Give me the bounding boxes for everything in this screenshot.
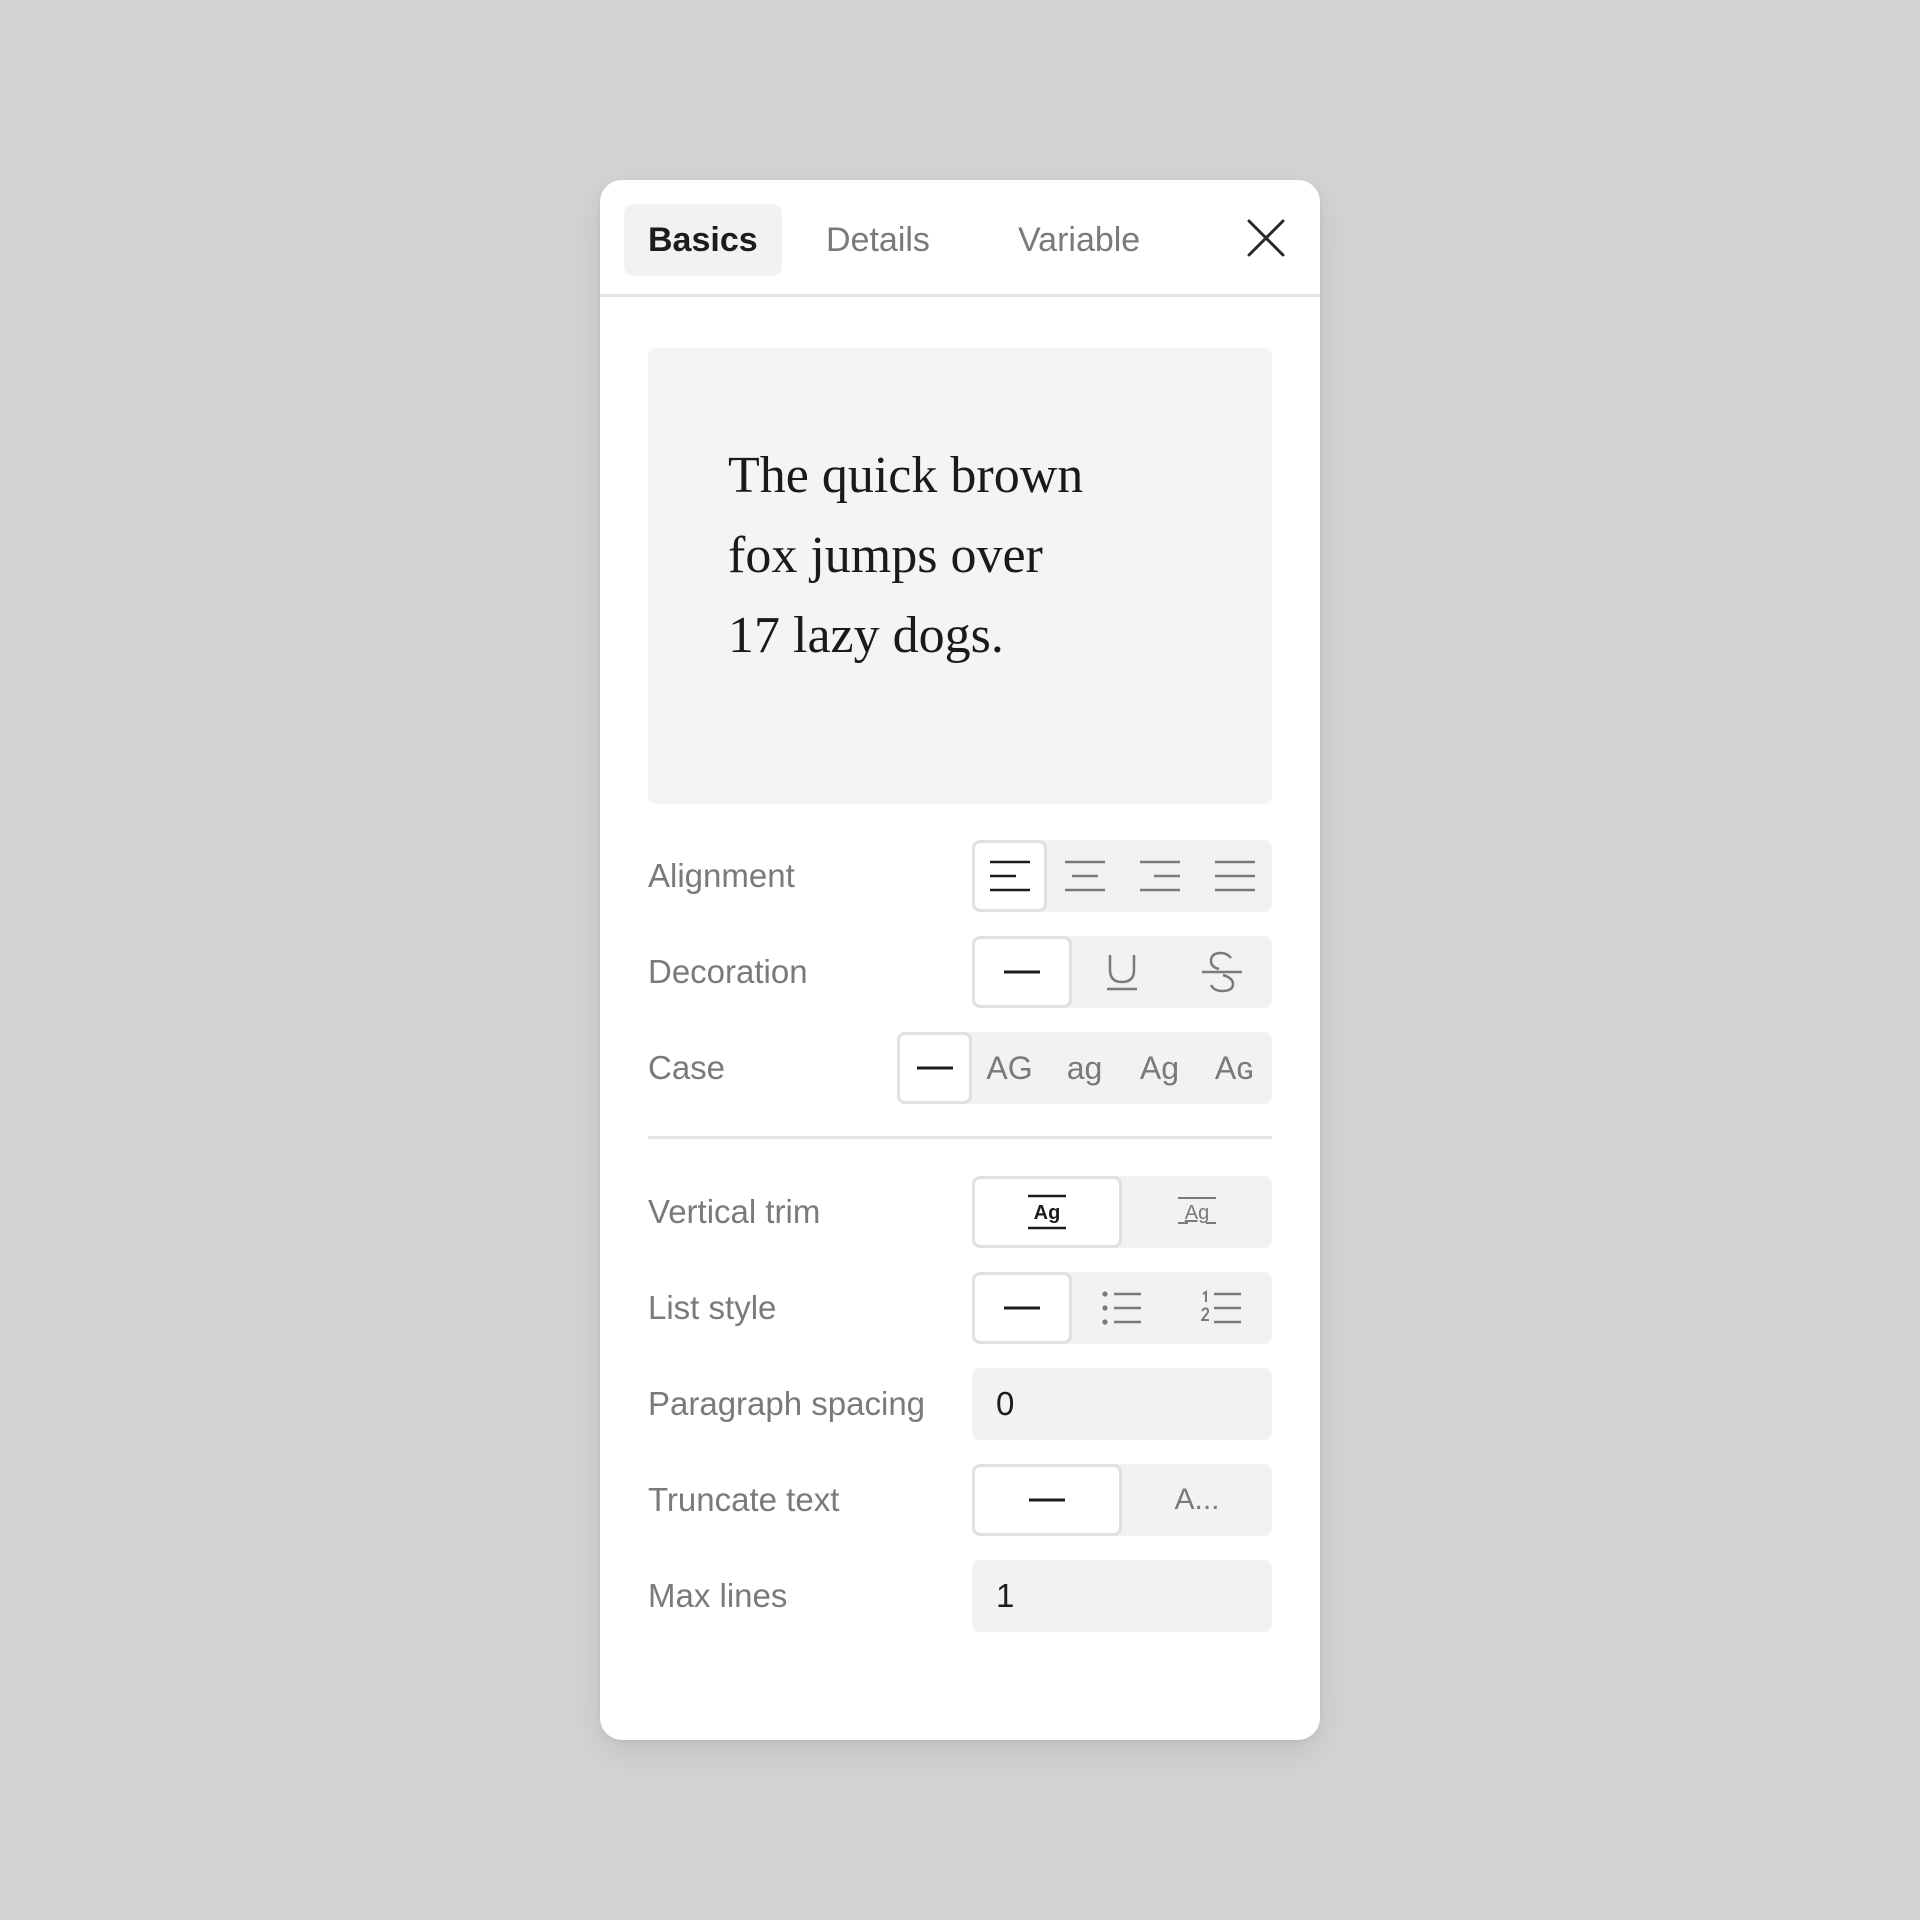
paragraph-spacing-input[interactable]: 0 bbox=[972, 1368, 1272, 1440]
list-style-row: List style bbox=[648, 1272, 1272, 1344]
decoration-control bbox=[972, 936, 1272, 1008]
numbered-list-icon bbox=[1201, 1290, 1241, 1324]
vertical-trim-control: Ag Ag bbox=[972, 1176, 1272, 1248]
trim-standard-text: Ag bbox=[1185, 1202, 1209, 1224]
close-button[interactable] bbox=[1242, 214, 1290, 262]
align-left-icon bbox=[989, 860, 1030, 892]
truncate-ellipsis-button[interactable]: A... bbox=[1122, 1464, 1272, 1536]
tab-details[interactable]: Details bbox=[802, 204, 954, 276]
align-right-button[interactable] bbox=[1122, 840, 1197, 912]
close-icon bbox=[1247, 219, 1285, 257]
truncate-text-label: Truncate text bbox=[648, 1481, 840, 1518]
case-lowercase-button[interactable]: ag bbox=[1047, 1032, 1122, 1104]
section-divider bbox=[648, 1136, 1272, 1139]
align-justify-button[interactable] bbox=[1197, 840, 1272, 912]
case-row: Case AG ag Ag Aɢ bbox=[648, 1032, 1272, 1104]
strikethrough-icon bbox=[1202, 951, 1242, 993]
case-label: Case bbox=[648, 1049, 726, 1086]
max-lines-label: Max lines bbox=[648, 1577, 788, 1614]
decoration-label: Decoration bbox=[648, 953, 808, 990]
tab-basics[interactable]: Basics bbox=[624, 204, 782, 276]
max-lines-input[interactable]: 1 bbox=[972, 1560, 1272, 1632]
alignment-row: Alignment bbox=[648, 840, 1272, 912]
vertical-trim-row: Vertical trim Ag Ag bbox=[648, 1176, 1272, 1248]
list-style-bulleted-button[interactable] bbox=[1072, 1272, 1172, 1344]
list-style-label: List style bbox=[648, 1289, 777, 1326]
align-justify-icon bbox=[1214, 860, 1255, 892]
case-smallcaps-button[interactable]: Aɢ bbox=[1197, 1032, 1272, 1104]
list-style-none-button[interactable] bbox=[972, 1272, 1072, 1344]
decoration-strikethrough-button[interactable] bbox=[1172, 936, 1272, 1008]
align-left-button[interactable] bbox=[972, 840, 1047, 912]
truncate-text-control: A... bbox=[972, 1464, 1272, 1536]
truncate-none-button[interactable] bbox=[972, 1464, 1122, 1536]
list-style-numbered-button[interactable] bbox=[1172, 1272, 1272, 1344]
preview-line: 17 lazy dogs. bbox=[728, 607, 1004, 664]
truncate-text-row: Truncate text A... bbox=[648, 1464, 1272, 1536]
vertical-trim-label: Vertical trim bbox=[648, 1193, 821, 1230]
trim-cap-text: Ag bbox=[1034, 1202, 1061, 1224]
none-dash-icon bbox=[1004, 970, 1040, 974]
alignment-control bbox=[972, 840, 1272, 912]
vertical-trim-cap-button[interactable]: Ag bbox=[972, 1176, 1122, 1248]
max-lines-row: Max lines 1 bbox=[648, 1560, 1272, 1632]
decoration-row: Decoration bbox=[648, 936, 1272, 1008]
none-dash-icon bbox=[1004, 1306, 1040, 1310]
text-properties-panel: Basics Details Variable The quick brown … bbox=[600, 180, 1320, 1740]
align-center-icon bbox=[1064, 860, 1105, 892]
decoration-none-button[interactable] bbox=[972, 936, 1072, 1008]
bulleted-list-icon bbox=[1102, 1291, 1141, 1325]
preview-text: The quick brown fox jumps over 17 lazy d… bbox=[728, 436, 1208, 676]
alignment-label: Alignment bbox=[648, 857, 795, 894]
text-preview: The quick brown fox jumps over 17 lazy d… bbox=[648, 348, 1272, 804]
none-dash-icon bbox=[1029, 1498, 1065, 1502]
preview-line: The quick brown bbox=[728, 447, 1084, 504]
align-center-button[interactable] bbox=[1047, 840, 1122, 912]
vertical-trim-standard-button[interactable]: Ag bbox=[1122, 1176, 1272, 1248]
underline-icon bbox=[1107, 955, 1137, 991]
none-dash-icon bbox=[916, 1066, 953, 1070]
trim-cap-height-icon: Ag bbox=[1028, 1194, 1066, 1230]
case-control: AG ag Ag Aɢ bbox=[897, 1032, 1272, 1104]
preview-line: fox jumps over bbox=[728, 527, 1043, 584]
paragraph-spacing-row: Paragraph spacing 0 bbox=[648, 1368, 1272, 1440]
case-none-button[interactable] bbox=[897, 1032, 972, 1104]
case-uppercase-button[interactable]: AG bbox=[972, 1032, 1047, 1104]
list-style-control bbox=[972, 1272, 1272, 1344]
tab-bar: Basics Details Variable bbox=[600, 180, 1320, 297]
decoration-underline-button[interactable] bbox=[1072, 936, 1172, 1008]
paragraph-spacing-label: Paragraph spacing bbox=[648, 1385, 926, 1422]
align-right-icon bbox=[1139, 860, 1180, 892]
trim-standard-icon: Ag bbox=[1178, 1197, 1216, 1224]
case-titlecase-button[interactable]: Ag bbox=[1122, 1032, 1197, 1104]
tab-variable[interactable]: Variable bbox=[994, 204, 1164, 276]
